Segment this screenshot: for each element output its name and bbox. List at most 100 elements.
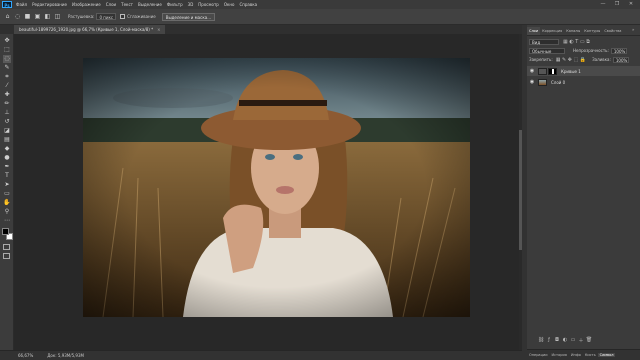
zoom-level[interactable]: 66,67% — [18, 353, 33, 358]
eraser-tool-icon[interactable]: ◪ — [3, 127, 11, 135]
close-tab-icon[interactable]: × — [157, 27, 160, 32]
dodge-tool-icon[interactable]: ● — [3, 154, 11, 162]
healing-brush-tool-icon[interactable]: ✚ — [3, 91, 11, 99]
document-size: Док: 5,93М/5,93М — [47, 353, 84, 358]
trash-icon[interactable]: 🗑 — [585, 337, 593, 343]
menu-view[interactable]: Просмотр — [198, 2, 219, 7]
fill-label: Заливка: — [592, 57, 611, 62]
shape-tool-icon[interactable]: ▭ — [3, 190, 11, 198]
quick-mask-icon[interactable] — [3, 244, 10, 250]
layer-row-curves[interactable]: ◉ Кривые 1 — [527, 66, 640, 76]
type-tool-icon[interactable]: T — [3, 172, 11, 180]
gradient-tool-icon[interactable]: ▤ — [3, 136, 11, 144]
intersect-selection-icon[interactable]: ◫ — [54, 13, 61, 20]
feather-input[interactable]: 0 пикс — [96, 13, 117, 20]
add-selection-icon[interactable]: ▣ — [34, 13, 41, 20]
blend-mode-dropdown[interactable]: Обычные — [529, 47, 565, 54]
new-layer-icon[interactable]: ＋ — [577, 337, 585, 344]
tab-brush[interactable]: Кисть — [583, 353, 598, 357]
tab-properties[interactable]: Свойства — [602, 27, 623, 35]
options-bar: ⌂ ◌ ■ ▣ ◧ ◫ Растушевка: 0 пикс Сглаживан… — [0, 9, 640, 25]
pen-tool-icon[interactable]: ✒ — [3, 163, 11, 171]
portrait-photo[interactable] — [83, 58, 470, 317]
filter-type-icons[interactable]: ▦ ◐ T ▭ ⧉ — [563, 39, 590, 45]
menu-select[interactable]: Выделение — [138, 2, 162, 7]
tab-adjustments[interactable]: Коррекция — [540, 27, 564, 35]
lasso-tool-icon[interactable]: ◌ — [3, 55, 11, 63]
marquee-tool-icon[interactable]: ⬚ — [3, 46, 11, 54]
home-icon[interactable]: ⌂ — [4, 13, 11, 20]
adjustment-icon[interactable]: ◐ — [561, 337, 569, 343]
document-title: beautiful-1899726_1920.jpg @ 66,7% (Крив… — [19, 27, 154, 32]
fx-icon[interactable]: ƒ — [545, 337, 553, 343]
move-tool-icon[interactable]: ✥ — [3, 37, 11, 45]
history-brush-tool-icon[interactable]: ↺ — [3, 118, 11, 126]
screen-mode-icon[interactable] — [3, 253, 10, 259]
feather-label: Растушевка: — [68, 14, 95, 19]
visibility-eye-icon[interactable]: ◉ — [529, 68, 535, 74]
layer-filter-row: Вид ▦ ◐ T ▭ ⧉ — [529, 38, 637, 45]
new-selection-icon[interactable]: ■ — [24, 13, 31, 20]
blur-tool-icon[interactable]: ◆ — [3, 145, 11, 153]
tab-layers[interactable]: Слои — [527, 27, 541, 35]
antialias-checkbox[interactable] — [120, 14, 126, 19]
layer-thumbnail[interactable] — [538, 78, 547, 86]
subtract-selection-icon[interactable]: ◧ — [44, 13, 51, 20]
link-icon[interactable]: ⛓ — [537, 337, 545, 343]
tab-actions[interactable]: Операции — [527, 353, 550, 357]
menu-bar: Ps Файл Редактирование Изображение Слои … — [0, 0, 640, 9]
tab-character[interactable]: Символ — [597, 353, 616, 357]
zoom-tool-icon[interactable]: ⚲ — [3, 208, 11, 216]
group-icon[interactable]: ▭ — [569, 337, 577, 343]
foreground-color-swatch-fill[interactable] — [2, 228, 9, 235]
photoshop-logo: Ps — [2, 1, 12, 8]
lock-icons[interactable]: ▦ ✎ ✥ ⬚ 🔒 — [556, 57, 586, 63]
layer-name[interactable]: Кривые 1 — [561, 69, 581, 74]
layer-name[interactable]: Слой 0 — [551, 80, 565, 85]
collapse-panels-icon[interactable]: » — [632, 27, 634, 32]
opacity-input[interactable]: 100% — [610, 47, 627, 54]
maximize-icon[interactable]: ❐ — [610, 0, 624, 9]
brush-tool-icon[interactable]: ✏ — [3, 100, 11, 108]
fill-input[interactable]: 100% — [612, 56, 629, 63]
close-window-icon[interactable]: ✕ — [624, 0, 638, 9]
menu-3d[interactable]: 3D — [188, 2, 194, 7]
crop-tool-icon[interactable]: ⌗ — [3, 73, 11, 81]
document-tab[interactable]: beautiful-1899726_1920.jpg @ 66,7% (Крив… — [14, 25, 166, 34]
quick-select-tool-icon[interactable]: ✎ — [3, 64, 11, 72]
clone-stamp-tool-icon[interactable]: ⊥ — [3, 109, 11, 117]
menu-help[interactable]: Справка — [239, 2, 257, 7]
layer-actions-bar: ⛓ ƒ ◘ ◐ ▭ ＋ 🗑 — [537, 337, 593, 344]
antialias-label: Сглаживание — [127, 14, 156, 19]
bottom-panel-tabs: Операции История Инфо Кисть Символ — [527, 349, 640, 360]
panel-tabs: Слои Коррекция Каналы Контуры Свойства — [527, 27, 640, 36]
tab-channels[interactable]: Каналы — [564, 27, 582, 35]
status-bar: 66,67% Док: 5,93М/5,93М — [0, 350, 522, 360]
menu-type[interactable]: Текст — [121, 2, 133, 7]
tab-history[interactable]: История — [550, 353, 569, 357]
layer-mask-thumbnail[interactable] — [548, 67, 557, 75]
more-tools-icon[interactable]: ⋯ — [3, 217, 11, 225]
visibility-eye-icon[interactable]: ◉ — [529, 79, 535, 85]
menu-file[interactable]: Файл — [16, 2, 27, 7]
menu-edit[interactable]: Редактирование — [32, 2, 67, 7]
minimize-icon[interactable]: — — [596, 0, 610, 9]
opacity-label: Непрозрачность: — [573, 48, 609, 53]
kind-filter-dropdown[interactable]: Вид — [529, 38, 559, 45]
hand-tool-icon[interactable]: ✋ — [3, 199, 11, 207]
lasso-tool-preset-icon[interactable]: ◌ — [14, 13, 21, 20]
menu-layers[interactable]: Слои — [106, 2, 116, 7]
menu-filter[interactable]: Фильтр — [167, 2, 183, 7]
path-select-tool-icon[interactable]: ➤ — [3, 181, 11, 189]
eyedropper-tool-icon[interactable]: ⁄ — [3, 82, 11, 90]
menu-image[interactable]: Изображение — [72, 2, 101, 7]
tab-paths[interactable]: Контуры — [582, 27, 602, 35]
select-and-mask-button[interactable]: Выделение и маска... — [161, 12, 216, 21]
layer-row-base[interactable]: ◉ Слой 0 — [527, 77, 640, 87]
mask-icon[interactable]: ◘ — [553, 337, 561, 343]
curves-adjustment-icon — [538, 67, 547, 75]
tab-info[interactable]: Инфо — [569, 353, 583, 357]
tools-panel: ✥ ⬚ ◌ ✎ ⌗ ⁄ ✚ ✏ ⊥ ↺ ◪ ▤ ◆ ● ✒ T ➤ ▭ ✋ ⚲ … — [0, 34, 14, 350]
lock-label: Закрепить: — [529, 57, 553, 62]
menu-window[interactable]: Окно — [224, 2, 235, 7]
